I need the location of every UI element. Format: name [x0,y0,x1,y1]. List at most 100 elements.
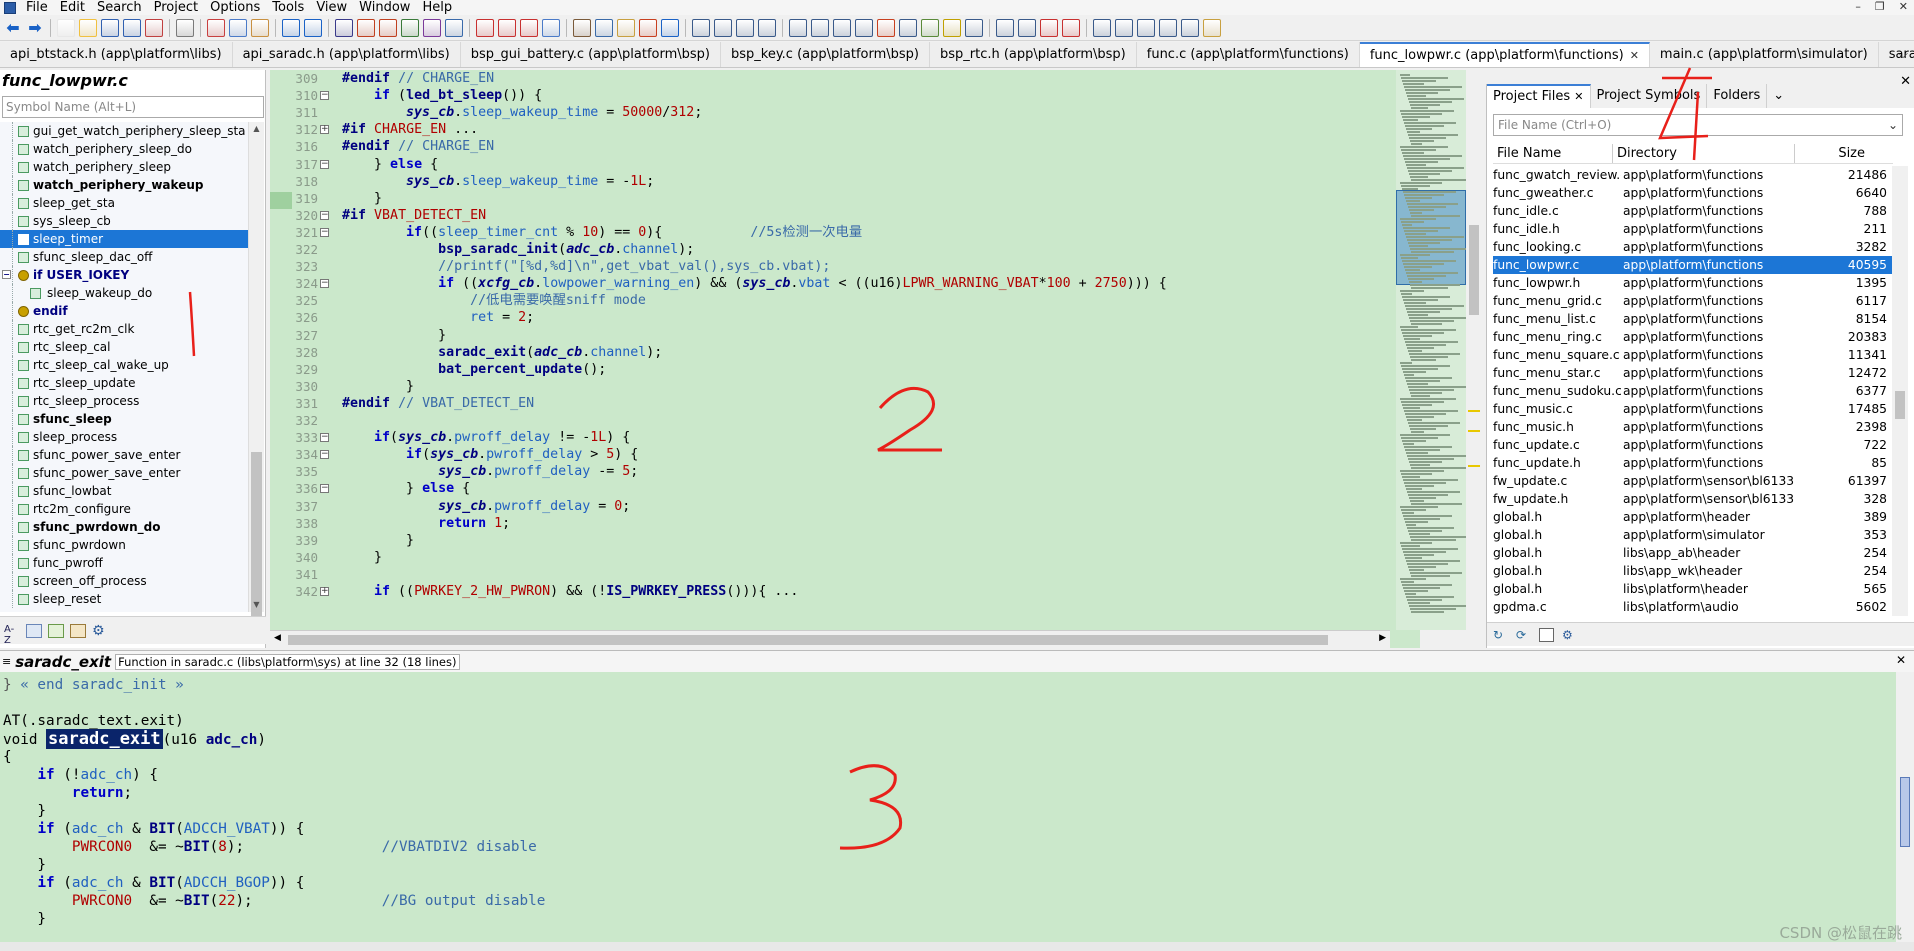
fold-collapse-icon[interactable]: − [320,228,329,237]
code-editor[interactable]: 309 310−311 312 +316 317−318 319 320−321−322 32… [270,70,1420,648]
close-panel-icon[interactable]: ✕ [1900,72,1911,92]
file-row[interactable]: func_menu_star.c app\platform\functions 12… [1493,364,1893,382]
jump-icon[interactable] [445,18,463,37]
menu-window[interactable]: Window [353,0,416,15]
category-view-icon[interactable] [48,623,64,638]
symbol-item[interactable]: screen_off_process [0,572,248,590]
file-row[interactable]: global.h libs\app_ab\header 254 [1493,544,1893,562]
restore-icon[interactable]: ❐ [1875,0,1885,13]
fold-collapse-icon[interactable]: − [320,211,329,220]
menu-file[interactable]: File [20,0,54,15]
context-code-line[interactable]: PWRCON0 &= ~BIT(8); //VBATDIV2 disable [3,838,537,856]
relation-window-icon[interactable] [811,18,829,37]
context-window[interactable]: } « end saradc_init » AT(.saradc_text.exi… [0,672,1896,942]
list-view-icon[interactable] [26,623,42,638]
context-code-line[interactable]: { [3,748,12,766]
code-line[interactable]: if (led_bt_sleep()) { [342,87,542,104]
context-code-line[interactable]: void saradc_exit (u16 adc_ch) [3,729,266,749]
file-row[interactable]: fw_update.h app\platform\sensor\bl6133 328 [1493,490,1893,508]
context-icon[interactable] [789,18,807,37]
sync-icon[interactable] [877,18,895,37]
window-grid-icon[interactable] [736,18,754,37]
symbol-item[interactable]: sfunc_lowbat [0,482,248,500]
v-scroll-thumb[interactable] [1469,225,1479,315]
close-tab-icon[interactable]: ✕ [1574,90,1583,103]
file-row[interactable]: func_gwatch_review.c app\platform\functio… [1493,166,1893,184]
file-scroll-thumb[interactable] [1895,391,1905,419]
gear-icon[interactable]: ⚙ [92,624,108,638]
file-row[interactable]: func_idle.h app\platform\functions 211 [1493,220,1893,238]
save-all-icon[interactable] [123,18,141,37]
code-line[interactable]: #endif // VBAT_DETECT_EN [342,395,534,412]
fold-collapse-icon[interactable]: − [320,160,329,169]
symbol-item[interactable]: sleep_reset [0,590,248,608]
context-code-line[interactable]: } [3,856,46,874]
scroll-down-icon[interactable]: ▼ [249,598,264,612]
code-line[interactable]: bat_percent_update(); [342,361,606,378]
symbol-item[interactable]: sfunc_sleep_dac_off [0,248,248,266]
file-row[interactable]: func_music.h app\platform\functions 2398 [1493,418,1893,436]
file-tab[interactable]: func_lowpwr.c (app\platform\functions) ✕ [1359,42,1650,67]
code-line[interactable]: return 1; [342,515,510,532]
window-icon[interactable] [1539,627,1554,642]
code-line[interactable]: } [342,378,414,395]
editor-horizontal-scrollbar[interactable]: ◀ ▶ [270,630,1390,648]
forward-arrow-icon[interactable]: ➡ [26,18,44,37]
file-row[interactable]: gpdma.c libs\platform\audio 5602 [1493,598,1893,616]
file-tab[interactable]: func.c (app\platform\functions) [1137,42,1360,67]
file-row[interactable]: func_update.h app\platform\functions 85 [1493,454,1893,472]
chevron-down-icon[interactable]: ⌄ [1888,115,1898,135]
context-code-line[interactable]: } [3,802,46,820]
file-row[interactable]: func_update.c app\platform\functions 722 [1493,436,1893,454]
symbol-item[interactable]: rtc2m_configure [0,500,248,518]
menu-edit[interactable]: Edit [54,0,91,15]
fold-collapse-icon[interactable]: − [320,450,329,459]
context-code-line[interactable]: return; [3,784,132,802]
tab-folders[interactable]: Folders [1707,84,1768,108]
refresh-icon[interactable] [661,18,679,37]
code-line[interactable]: if(sys_cb.pwroff_delay != -1L) { [342,429,630,446]
file-row[interactable]: func_menu_ring.c app\platform\functions 20… [1493,328,1893,346]
bookmark-prev-icon[interactable] [498,18,516,37]
scroll-left-icon[interactable]: ◀ [274,633,281,643]
code-line[interactable]: if ((xcfg_cb.lowpower_warning_en) && (sy… [342,275,1167,292]
symbol-item[interactable]: sleep_process [0,428,248,446]
font-e-icon[interactable] [1181,18,1199,37]
code-line[interactable]: ret = 2; [342,309,534,326]
scroll-right-icon[interactable]: ▶ [1379,633,1386,643]
file-row[interactable]: func_looking.c app\platform\functions 3282 [1493,238,1893,256]
project-icon[interactable] [573,18,591,37]
code-line[interactable]: sys_cb.sleep_wakeup_time = -1L; [342,173,654,190]
symbol-item[interactable]: rtc_sleep_cal_wake_up [0,356,248,374]
open-file-icon[interactable] [79,18,97,37]
tab-project-symbols[interactable]: Project Symbols [1591,84,1708,108]
file-tab[interactable]: bsp_rtc.h (app\platform\bsp) [930,42,1137,67]
gear-icon[interactable]: ⚙ [1562,628,1577,642]
code-line[interactable]: //printf("[%d,%d]\n",get_vbat_val(),sys_… [342,258,830,275]
book-icon[interactable] [617,18,635,37]
symbol-item[interactable]: sleep_get_sta [0,194,248,212]
context-code-line[interactable]: PWRCON0 &= ~BIT(22); //BG output disable [3,892,545,910]
file-row[interactable]: func_menu_sudoku.c app\platform\functions… [1493,382,1893,400]
browse-icon[interactable] [595,18,613,37]
tab-list-chevron-icon[interactable]: ⌵ [1898,42,1908,68]
symbol-list-scrollbar[interactable]: ▲ ▼ [248,122,264,632]
copy-icon[interactable] [229,18,247,37]
symbol-item[interactable]: watch_periphery_sleep [0,158,248,176]
font-c-icon[interactable] [1137,18,1155,37]
fold-collapse-icon[interactable]: − [320,279,329,288]
code-line[interactable]: } [342,190,382,207]
fold-expand-icon[interactable]: + [320,125,329,134]
file-row[interactable]: func_menu_square.c app\platform\functions… [1493,346,1893,364]
file-row[interactable]: func_music.c app\platform\functions 17485 [1493,400,1893,418]
code-line[interactable]: } [342,327,446,344]
code-line[interactable]: } else { [342,480,470,497]
symbol-item[interactable]: sleep_timer [0,230,248,248]
highlight-icon[interactable] [943,18,961,37]
close-file-icon[interactable] [145,18,163,37]
context-code-line[interactable]: if (!adc_ch) { [3,766,158,784]
code-area[interactable]: #endif // CHARGE_EN if (led_bt_sleep()) … [342,70,1342,630]
lookup-icon[interactable] [401,18,419,37]
font-d-icon[interactable] [1159,18,1177,37]
bookmark-icon[interactable] [476,18,494,37]
